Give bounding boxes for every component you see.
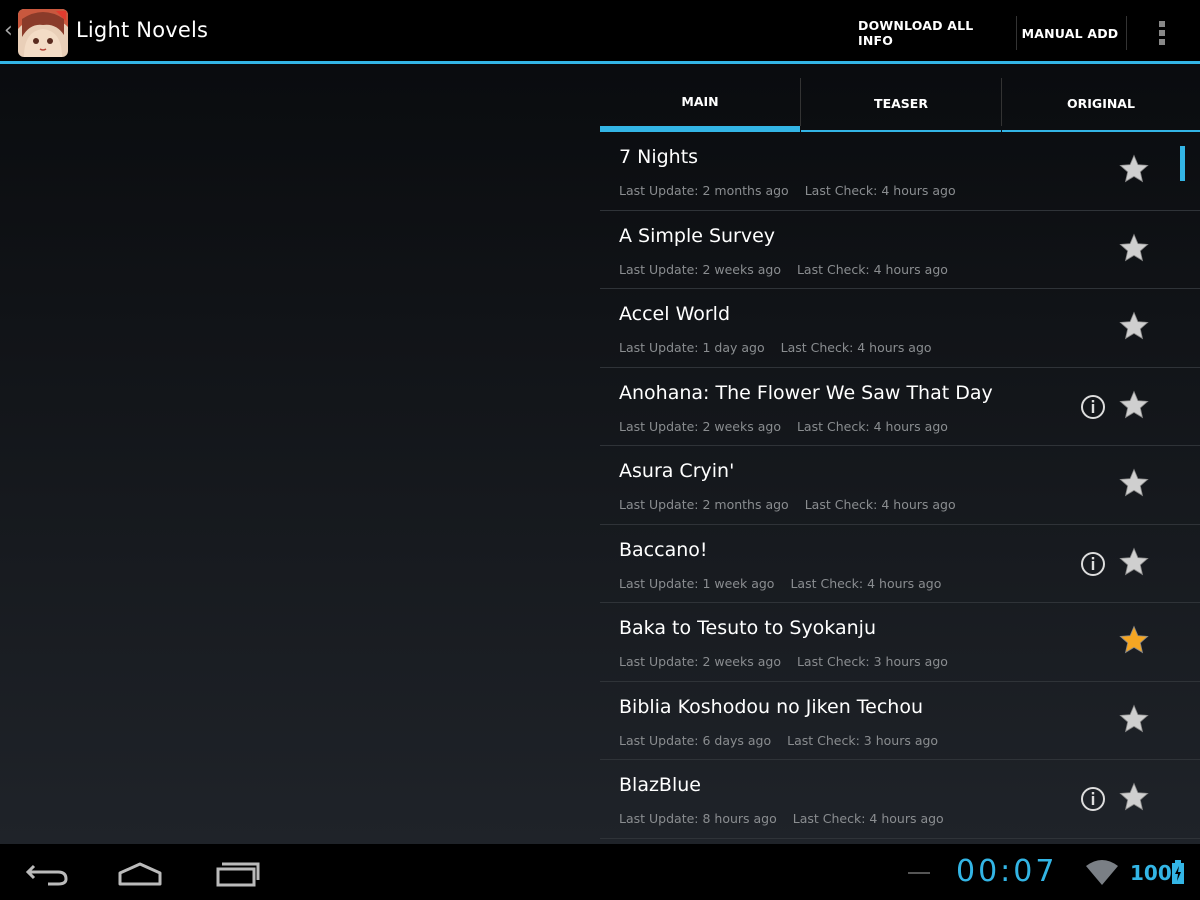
- novel-title: A Simple Survey: [619, 224, 776, 247]
- novel-title: 7 Nights: [619, 146, 699, 168]
- last-update: Last Update: 2 weeks ago: [619, 654, 781, 669]
- back-icon[interactable]: [18, 856, 78, 890]
- info-icon[interactable]: [1080, 394, 1106, 420]
- notification-indicator: [908, 872, 930, 874]
- novel-list-item[interactable]: Anohana: The Flower We Saw That Day Last …: [600, 368, 1200, 446]
- last-check: Last Check: 3 hours ago: [787, 732, 939, 748]
- novel-meta: Last Update: 2 weeks ago Last Check: 3 ho…: [619, 654, 948, 669]
- clock[interactable]: 00:07: [956, 854, 1057, 889]
- novel-list-item[interactable]: Asura Cryin' Last Update: 2 months ago Las…: [600, 446, 1200, 525]
- last-update: Last Update: 2 months ago: [619, 183, 789, 198]
- novel-meta: Last Update: 1 week ago Last Check: 4 hou…: [619, 576, 941, 591]
- novel-meta: Last Update: 6 days ago Last Check: 3 hou…: [619, 733, 938, 748]
- last-check: Last Check: 4 hours ago: [796, 261, 948, 277]
- star-icon[interactable]: [1119, 468, 1149, 498]
- novel-meta: Last Update: 8 hours ago Last Check: 4 ho…: [619, 811, 944, 826]
- last-check: Last Check: 4 hours ago: [790, 575, 942, 591]
- novel-list-item[interactable]: Accel World Last Update: 1 day ago Last Ch…: [600, 289, 1200, 368]
- app-title: Light Novels: [76, 18, 209, 42]
- download-all-info-button[interactable]: DOWNLOAD ALL INFO: [858, 14, 1012, 52]
- novel-meta: Last Update: 2 months ago Last Check: 4 h…: [619, 497, 956, 512]
- novel-title: Accel World: [619, 303, 731, 325]
- novel-meta: Last Update: 2 weeks ago Last Check: 4 ho…: [619, 262, 948, 277]
- last-update: Last Update: 8 hours ago: [619, 811, 777, 826]
- app-logo-icon[interactable]: [18, 9, 68, 57]
- novel-title: Anohana: The Flower We Saw That Day: [619, 381, 993, 404]
- tab-teaser[interactable]: TEASER: [801, 76, 1001, 132]
- recent-apps-icon[interactable]: [206, 856, 266, 890]
- last-check: Last Check: 4 hours ago: [804, 183, 956, 198]
- novel-list: 7 Nights Last Update: 2 months ago Last Ch…: [600, 132, 1200, 840]
- novel-title: Baka to Tesuto to Syokanju: [619, 617, 876, 639]
- novel-list-item[interactable]: Baka to Tesuto to Syokanju Last Update: 2…: [600, 603, 1200, 682]
- novel-meta: Last Update: 2 weeks ago Last Check: 4 ho…: [619, 419, 948, 434]
- battery-level: 100: [1130, 861, 1172, 885]
- last-update: Last Update: 6 days ago: [619, 732, 772, 748]
- star-icon[interactable]: [1119, 311, 1149, 341]
- last-update: Last Update: 2 months ago: [619, 497, 789, 512]
- novel-list-item[interactable]: A Simple Survey Last Update: 2 weeks ago L…: [600, 211, 1200, 289]
- info-icon[interactable]: [1080, 786, 1106, 812]
- battery-percent: 100: [1130, 861, 1172, 885]
- manual-add-button[interactable]: MANUAL ADD: [1020, 14, 1120, 52]
- novel-title: Baccano!: [619, 538, 708, 561]
- tab-bar: MAIN TEASER ORIGINAL: [600, 76, 1200, 132]
- novel-title: Biblia Koshodou no Jiken Techou: [619, 695, 923, 718]
- star-icon[interactable]: [1119, 703, 1149, 734]
- last-update: Last Update: 1 day ago: [619, 340, 765, 355]
- last-update: Last Update: 1 week ago: [619, 575, 775, 591]
- star-icon[interactable]: [1119, 625, 1149, 655]
- star-icon[interactable]: [1119, 389, 1149, 420]
- novel-title: Asura Cryin': [619, 460, 735, 482]
- tab-main[interactable]: MAIN: [600, 76, 800, 132]
- star-icon[interactable]: [1119, 546, 1149, 577]
- last-check: Last Check: 4 hours ago: [780, 340, 932, 355]
- last-check: Last Check: 3 hours ago: [796, 654, 948, 669]
- star-icon[interactable]: [1119, 782, 1149, 812]
- action-separator: [1126, 16, 1127, 50]
- list-scrollbar[interactable]: [1180, 146, 1185, 181]
- novel-list-item[interactable]: Baccano! Last Update: 1 week ago Last Chec…: [600, 525, 1200, 603]
- star-icon[interactable]: [1119, 232, 1149, 263]
- novel-list-item[interactable]: Biblia Koshodou no Jiken Techou Last Upda…: [600, 682, 1200, 760]
- last-update: Last Update: 2 weeks ago: [619, 261, 781, 277]
- novel-list-item[interactable]: BlazBlue Last Update: 8 hours ago Last Che…: [600, 760, 1200, 839]
- battery-icon: [1172, 860, 1184, 884]
- last-check: Last Check: 4 hours ago: [804, 497, 956, 512]
- wifi-icon: [1086, 860, 1118, 885]
- system-navigation-bar: 00:07 100: [0, 844, 1200, 900]
- action-separator: [1016, 16, 1017, 50]
- last-check: Last Check: 4 hours ago: [792, 811, 944, 826]
- novel-list-item[interactable]: 7 Nights Last Update: 2 months ago Last Ch…: [600, 132, 1200, 211]
- up-caret-icon[interactable]: ‹: [4, 20, 13, 42]
- info-icon[interactable]: [1080, 551, 1106, 577]
- tab-original[interactable]: ORIGINAL: [1002, 76, 1200, 132]
- last-check: Last Check: 4 hours ago: [796, 418, 948, 434]
- home-icon[interactable]: [110, 856, 170, 890]
- star-icon[interactable]: [1119, 154, 1149, 184]
- overflow-menu-icon[interactable]: [1148, 16, 1176, 50]
- app-screen: ‹ Light Novels DOWNLOAD ALL INFO MANUAL …: [0, 0, 1200, 900]
- novel-title: BlazBlue: [619, 774, 701, 796]
- novel-meta: Last Update: 1 day ago Last Check: 4 hour…: [619, 340, 932, 355]
- action-bar: ‹ Light Novels DOWNLOAD ALL INFO MANUAL …: [0, 0, 1200, 64]
- last-update: Last Update: 2 weeks ago: [619, 418, 781, 434]
- novel-meta: Last Update: 2 months ago Last Check: 4 h…: [619, 183, 956, 198]
